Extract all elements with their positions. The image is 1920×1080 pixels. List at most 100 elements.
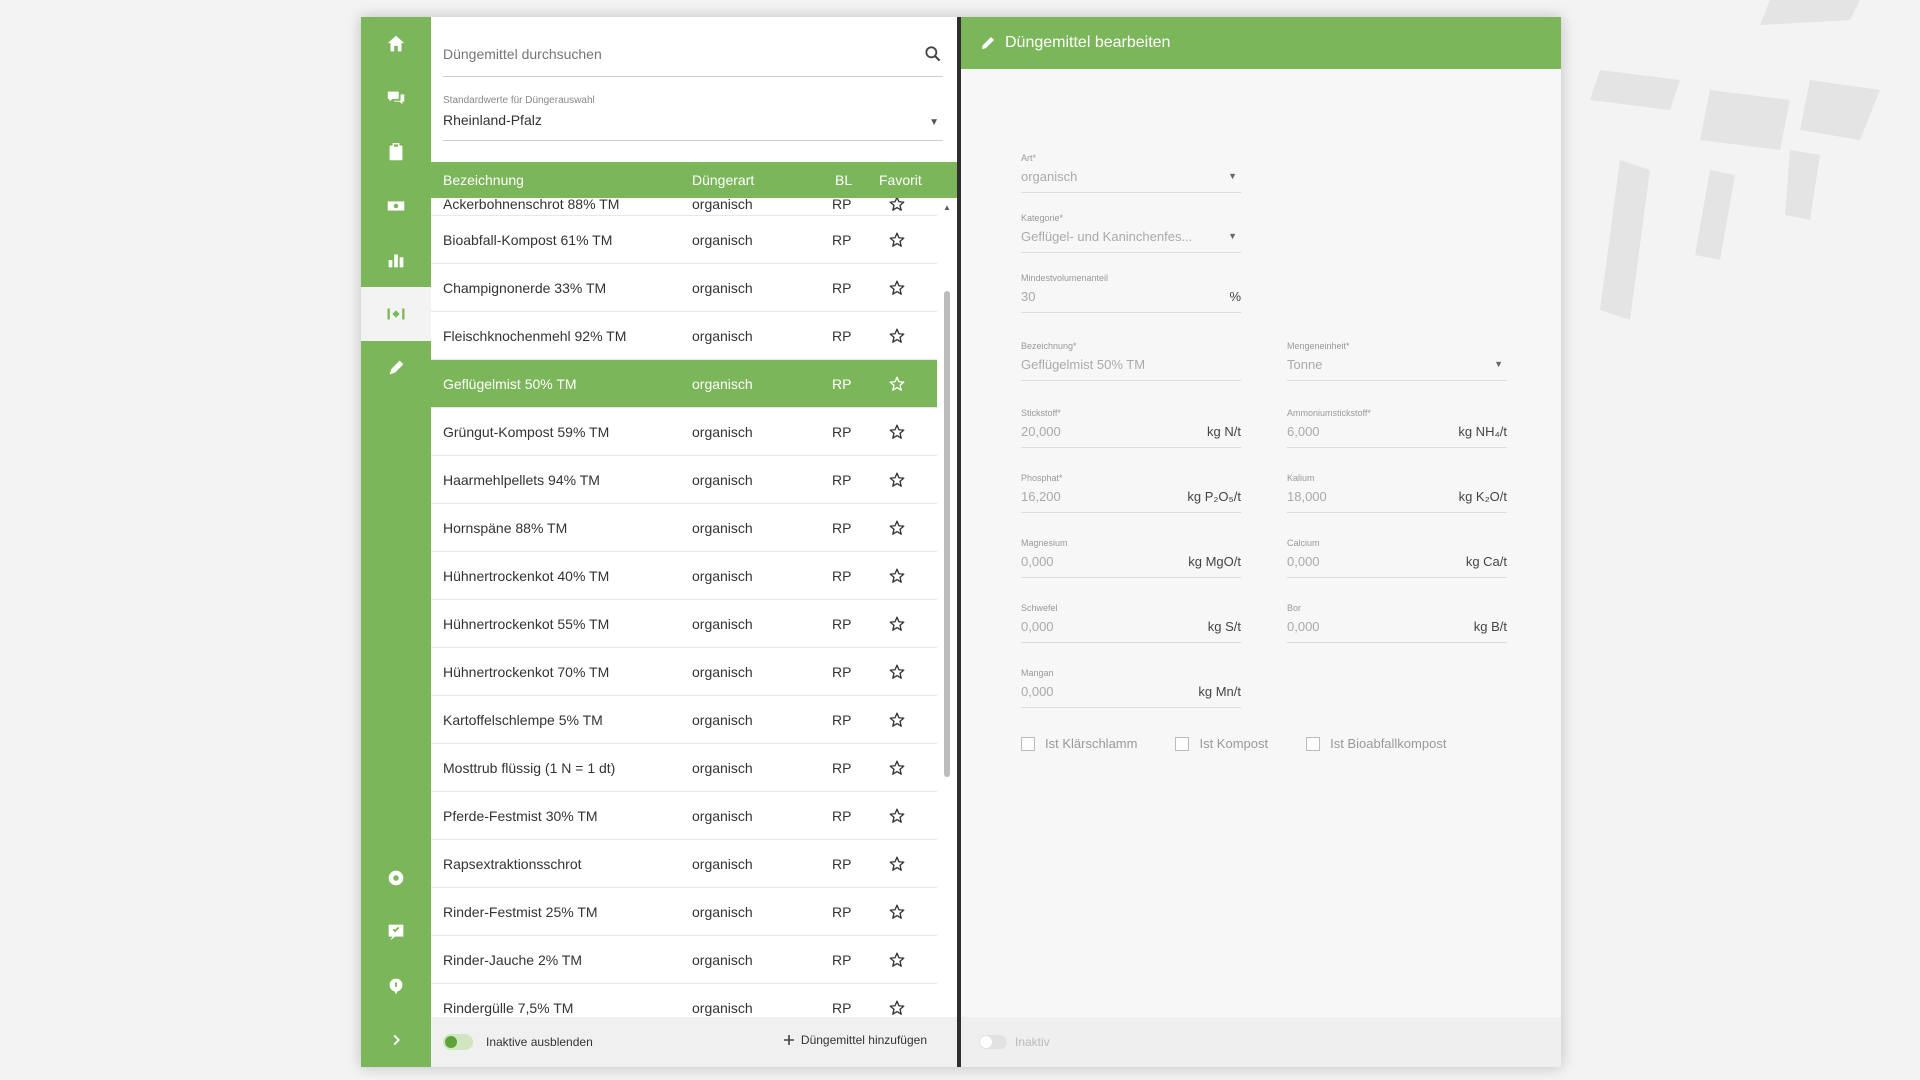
kalium-field[interactable]: Kalium 18,000 kg K₂O/t [1287,473,1507,513]
favorite-star-icon[interactable] [886,373,908,395]
nav-settings[interactable] [361,851,431,905]
list-scrollbar[interactable]: ▲ ▼ [941,201,953,1031]
favorite-star-icon[interactable] [886,469,908,491]
table-row[interactable]: Champignonerde 33% TM organisch RP [431,264,937,312]
table-row[interactable]: Rapsextraktionsschrot organisch RP [431,840,937,888]
nav-fertilizer[interactable] [361,287,431,341]
ammonium-field[interactable]: Ammoniumstickstoff* 6,000 kg NH₄/t [1287,408,1507,448]
bor-field[interactable]: Bor 0,000 kg B/t [1287,603,1507,643]
kategorie-value: Geflügel- und Kaninchenfes... [1021,229,1193,244]
favorite-star-icon[interactable] [886,277,908,299]
favorite-star-icon[interactable] [886,805,908,827]
row-name: Rinder-Jauche 2% TM [443,951,583,968]
favorite-star-icon[interactable] [886,709,908,731]
table-row[interactable]: Rinder-Jauche 2% TM organisch RP [431,936,937,984]
phosphat-field[interactable]: Phosphat* 16,200 kg P₂O₅/t [1021,473,1241,513]
chevron-down-icon: ▼ [1228,231,1237,241]
favorite-star-icon[interactable] [886,661,908,683]
favorite-star-icon[interactable] [886,613,908,635]
stickstoff-field[interactable]: Stickstoff* 20,000 kg N/t [1021,408,1241,448]
list-footer: Inaktive ausblenden Düngemittel hinzufüg… [431,1017,957,1067]
nav-support[interactable] [361,905,431,959]
magnesium-field[interactable]: Magnesium 0,000 kg MgO/t [1021,538,1241,578]
column-header-bl[interactable]: BL [835,172,852,188]
favorite-star-icon[interactable] [886,229,908,251]
table-row[interactable]: Mosttrub flüssig (1 N = 1 dt) organisch RP [431,744,937,792]
table-row[interactable]: Pferde-Festmist 30% TM organisch RP [431,792,937,840]
table-row[interactable]: Hornspäne 88% TM organisch RP [431,504,937,552]
nav-documents[interactable] [361,125,431,179]
row-name: Mosttrub flüssig (1 N = 1 dt) [443,759,616,776]
favorite-star-icon[interactable] [886,949,908,971]
favorite-star-icon[interactable] [886,997,908,1019]
checkbox-kompost[interactable]: Ist Kompost [1175,736,1268,751]
favorite-star-icon[interactable] [886,325,908,347]
bezeichnung-field[interactable]: Bezeichnung* Geflügelmist 50% TM [1021,341,1241,381]
add-fertilizer-button[interactable]: Düngemittel hinzufügen [783,1033,927,1047]
nav-help[interactable] [361,959,431,1013]
table-row[interactable]: Hühnertrockenkot 70% TM organisch RP [431,648,937,696]
table-row[interactable]: Ackerbohnenschrot 88% TM organisch RP [431,198,937,216]
search-icon[interactable] [923,44,943,64]
row-bl: RP [832,198,852,212]
bar-chart-icon [388,254,404,268]
row-bl: RP [832,807,852,824]
row-type: organisch [692,471,753,488]
mindest-field[interactable]: Mindestvolumenanteil 30 % [1021,273,1241,313]
favorite-star-icon[interactable] [886,517,908,539]
phosphat-unit: kg P₂O₅/t [1187,489,1241,504]
nav-messages[interactable] [361,71,431,125]
table-row[interactable]: Hühnertrockenkot 55% TM organisch RP [431,600,937,648]
checkbox-box[interactable] [1175,736,1190,751]
row-bl: RP [832,951,852,968]
kategorie-select[interactable]: Kategorie* Geflügel- und Kaninchenfes...… [1021,213,1241,253]
mindest-label: Mindestvolumenanteil [1021,273,1109,283]
inactive-toggle[interactable] [979,1035,1007,1049]
row-type: organisch [692,327,753,344]
checkbox-box[interactable] [1021,736,1035,751]
table-row[interactable]: Geflügelmist 50% TM organisch RP [431,360,937,408]
column-header-type[interactable]: Düngerart [692,172,754,188]
table-row[interactable]: Hühnertrockenkot 40% TM organisch RP [431,552,937,600]
mengeneinheit-select[interactable]: Mengeneinheit* Tonne ▼ [1287,341,1507,381]
nav-finance[interactable] [361,179,431,233]
scroll-up-icon[interactable]: ▲ [943,203,951,212]
favorite-star-icon[interactable] [886,901,908,923]
search-input[interactable] [443,45,923,62]
edit-title: Düngemittel bearbeiten [1005,34,1171,51]
checkbox-box[interactable] [1306,736,1321,751]
favorite-star-icon[interactable] [886,757,908,779]
table-row[interactable]: Kartoffelschlempe 5% TM organisch RP [431,696,937,744]
schwefel-field[interactable]: Schwefel 0,000 kg S/t [1021,603,1241,643]
nav-statistics[interactable] [361,233,431,287]
art-select[interactable]: Art* organisch ▼ [1021,153,1241,193]
favorite-star-icon[interactable] [886,421,908,443]
calcium-label: Calcium [1287,538,1320,548]
hide-inactive-toggle[interactable] [443,1034,473,1050]
row-bl: RP [832,567,852,584]
favorite-star-icon[interactable] [886,853,908,875]
table-row[interactable]: Rinder-Festmist 25% TM organisch RP [431,888,937,936]
favorite-star-icon[interactable] [886,198,908,215]
table-row[interactable]: Fleischknochenmehl 92% TM organisch RP [431,312,937,360]
favorite-star-icon[interactable] [886,565,908,587]
column-header-favorite[interactable]: Favorit [879,172,922,188]
nav-expand[interactable] [361,1013,431,1067]
fertilizer-table-body: Ackerbohnenschrot 88% TM organisch RP Bioab… [431,198,937,1032]
row-type: organisch [692,951,753,968]
mangan-field[interactable]: Mangan 0,000 kg Mn/t [1021,668,1241,708]
checkbox-klaerschlamm[interactable]: Ist Klärschlamm [1021,736,1137,751]
table-row[interactable]: Haarmehlpellets 94% TM organisch RP [431,456,937,504]
table-row[interactable]: Bioabfall-Kompost 61% TM organisch RP [431,216,937,264]
calcium-field[interactable]: Calcium 0,000 kg Ca/t [1287,538,1507,578]
scrollbar-thumb[interactable] [944,291,950,777]
row-type: organisch [692,855,753,872]
pen-icon [389,360,404,375]
nav-notes[interactable] [361,341,431,395]
standard-values-select[interactable]: Standardwerte für Düngerauswahl Rheinlan… [443,95,943,141]
nav-home[interactable] [361,17,431,71]
column-header-name[interactable]: Bezeichnung [443,172,524,188]
table-row[interactable]: Grüngut-Kompost 59% TM organisch RP [431,408,937,456]
mangan-value: 0,000 [1021,684,1054,699]
checkbox-bioabfallkompost[interactable]: Ist Bioabfallkompost [1306,736,1446,751]
